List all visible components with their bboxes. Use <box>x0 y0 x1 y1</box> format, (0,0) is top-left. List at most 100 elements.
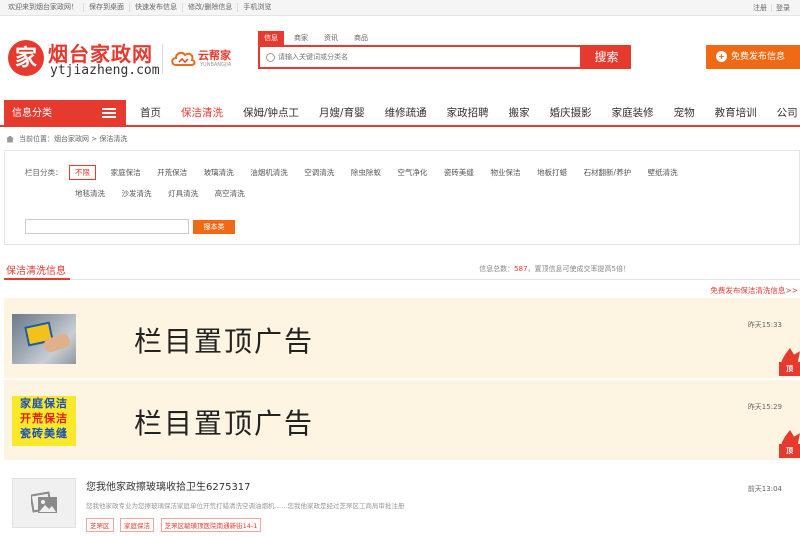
filter-option[interactable]: 空调清洗 <box>304 167 334 178</box>
list-title: 保洁清洗信息 <box>6 266 66 277</box>
ad-slogan[interactable]: 栏目置顶广告 <box>134 320 314 360</box>
list-title-underline <box>4 278 70 280</box>
thumb-line: 开荒保洁 <box>20 412 68 425</box>
login-link[interactable]: 登录 <box>771 4 794 12</box>
top-badge-label: 顶 <box>779 444 800 458</box>
pinned-ad[interactable]: 家庭保洁 开荒保洁 瓷砖美缝 栏目置顶广告 昨天15:29 顶 <box>4 380 800 460</box>
nav-item-repair[interactable]: 维修疏通 <box>375 100 437 127</box>
item-tags: 芝罘区 家庭保洁 芝罘区毓璜顶医院南通新街14-1 <box>86 518 265 532</box>
header-divider <box>162 44 163 74</box>
ad-thumbnail[interactable]: 家庭保洁 开荒保洁 瓷砖美缝 <box>12 396 76 446</box>
item-tag[interactable]: 家庭保洁 <box>120 518 155 532</box>
category-label: 信息分类 <box>12 108 52 119</box>
filter-row: 地毯清洗 沙发清洗 灯具清洗 高空清洗 <box>75 188 259 199</box>
category-filter: 栏目分类： 不限 家庭保洁 开荒保洁 玻璃清洗 油烟机清洗 空调清洗 除虫除蚁 … <box>4 150 800 245</box>
item-thumbnail[interactable] <box>12 478 76 528</box>
filter-option[interactable]: 玻璃清洗 <box>204 167 234 178</box>
plus-icon: + <box>716 51 727 62</box>
item-tag[interactable]: 芝罘区 <box>86 518 114 532</box>
nav-item-maternity[interactable]: 月嫂/育婴 <box>309 100 375 127</box>
top-badge: 顶 <box>776 348 800 378</box>
nav-item-renovation[interactable]: 家庭装修 <box>602 100 664 127</box>
nav-item-pets[interactable]: 宠物 <box>664 100 705 127</box>
filter-option[interactable]: 石材翻新/养护 <box>584 167 632 178</box>
search-tab-news[interactable]: 资讯 <box>318 31 344 45</box>
filter-option[interactable]: 开荒保洁 <box>157 167 187 178</box>
filter-option[interactable]: 瓷砖美缝 <box>444 167 474 178</box>
item-title[interactable]: 您我他家政擦玻璃收拾卫生6275317 <box>86 478 251 493</box>
filter-option[interactable]: 油烟机清洗 <box>250 167 288 178</box>
nav-item-home[interactable]: 首页 <box>130 100 171 127</box>
nav-item-wedding[interactable]: 婚庆摄影 <box>540 100 602 127</box>
register-link[interactable]: 注册 <box>749 4 771 12</box>
publish-button-label: 免费发布信息 <box>731 52 786 62</box>
search-input[interactable] <box>278 50 574 64</box>
cloud-icon <box>171 51 196 66</box>
thumb-line: 家庭保洁 <box>20 397 68 410</box>
item-description: 您我他家政专业为您擦玻璃保洁家庭单位开荒打蜡清洗空调油烟机……您我他家政是经过芝… <box>86 502 405 510</box>
partner-name[interactable]: 云帮家 <box>198 47 231 63</box>
list-item: 您我他家政擦玻璃收拾卫生6275317 您我他家政专业为您擦玻璃保洁家庭单位开荒… <box>4 462 800 537</box>
filter-search-button[interactable]: 搜本类 <box>193 220 235 234</box>
free-publish-link[interactable]: 免费发布保洁清洗信息>> <box>710 285 798 296</box>
image-placeholder-icon <box>31 491 57 513</box>
search-tab-goods[interactable]: 商品 <box>348 31 374 45</box>
filter-option[interactable]: 地毯清洗 <box>75 188 105 199</box>
top-bar: 欢迎来到烟台家政网！ 保存到桌面 快速发布信息 修改/删除信息 手机浏览 注册登… <box>0 0 800 16</box>
auth-links: 注册 登录 <box>749 3 794 13</box>
ad-time: 昨天15:33 <box>747 321 782 329</box>
top-badge: 顶 <box>776 430 800 460</box>
filter-option[interactable]: 地板打蜡 <box>537 167 567 178</box>
welcome-text: 欢迎来到烟台家政网！ <box>8 3 84 12</box>
filter-label: 栏目分类： <box>25 168 63 177</box>
filter-option[interactable]: 灯具清洗 <box>168 188 198 199</box>
quick-publish-link[interactable]: 快速发布信息 <box>130 3 183 12</box>
pinned-ad[interactable]: 栏目置顶广告 昨天15:33 顶 <box>4 298 800 378</box>
filter-option[interactable]: 除虫除蚁 <box>351 167 381 178</box>
list-divider <box>4 279 800 280</box>
search-button[interactable]: 搜索 <box>582 45 631 69</box>
mobile-view-link[interactable]: 手机浏览 <box>238 3 276 12</box>
breadcrumb-text[interactable]: 当前位置：烟台家政网 > 保洁清洗 <box>19 135 127 143</box>
filter-option[interactable]: 物业保洁 <box>490 167 520 178</box>
filter-search-input[interactable] <box>25 219 189 234</box>
nav-item-jobs[interactable]: 家政招聘 <box>437 100 499 127</box>
search-tab-info[interactable]: 信息 <box>258 31 284 45</box>
stat-prefix: 信息总数： <box>479 265 515 273</box>
search-box <box>258 45 582 69</box>
ad-slogan[interactable]: 栏目置顶广告 <box>134 402 314 442</box>
item-tag[interactable]: 芝罘区毓璜顶医院南通新街14-1 <box>160 518 262 532</box>
edit-delete-link[interactable]: 修改/删除信息 <box>183 3 239 12</box>
main-nav: 信息分类 首页 保洁清洗 保姆/钟点工 月嫂/育婴 维修疏通 家政招聘 搬家 婚… <box>0 100 800 127</box>
nav-item-moving[interactable]: 搬家 <box>499 100 540 127</box>
filter-option[interactable]: 不限 <box>69 165 97 180</box>
home-icon <box>6 135 14 143</box>
nav-item-cleaning[interactable]: 保洁清洗 <box>171 100 233 127</box>
nav-items: 首页 保洁清洗 保姆/钟点工 月嫂/育婴 维修疏通 家政招聘 搬家 婚庆摄影 家… <box>130 100 800 127</box>
save-to-desktop-link[interactable]: 保存到桌面 <box>84 3 130 12</box>
partner-sub: YUNBANGJIA <box>200 62 232 68</box>
thumb-line: 瓷砖美缝 <box>20 427 68 440</box>
list-stats: 信息总数：587，置顶信息可使成交率提高5倍！ <box>479 264 630 274</box>
search-tabs: 信息 商家 资讯 商品 <box>258 31 378 45</box>
filter-option[interactable]: 沙发清洗 <box>122 188 152 199</box>
breadcrumb: 当前位置：烟台家政网 > 保洁清洗 <box>6 134 127 144</box>
ad-thumbnail[interactable] <box>12 314 76 364</box>
logo-domain: ytjiazheng.com <box>50 63 160 78</box>
publish-button[interactable]: + 免费发布信息 <box>706 45 800 69</box>
nav-item-nanny[interactable]: 保姆/钟点工 <box>233 100 309 127</box>
search-icon <box>266 53 275 62</box>
category-menu-button[interactable]: 信息分类 <box>4 100 126 127</box>
filter-option[interactable]: 家庭保洁 <box>111 167 141 178</box>
filter-option[interactable]: 高空清洗 <box>215 188 245 199</box>
top-links: 欢迎来到烟台家政网！ 保存到桌面 快速发布信息 修改/删除信息 手机浏览 <box>8 3 276 12</box>
nav-item-education[interactable]: 教育培训 <box>705 100 767 127</box>
item-time: 前天13:04 <box>747 485 782 493</box>
filter-row: 栏目分类： 不限 家庭保洁 开荒保洁 玻璃清洗 油烟机清洗 空调清洗 除虫除蚁 … <box>25 165 692 180</box>
nav-item-company[interactable]: 公司 <box>767 100 800 127</box>
search-tab-merchant[interactable]: 商家 <box>288 31 314 45</box>
logo-icon[interactable]: 家 <box>8 40 44 76</box>
filter-option[interactable]: 空气净化 <box>397 167 427 178</box>
menu-icon <box>102 108 116 119</box>
filter-option[interactable]: 壁纸清洗 <box>648 167 678 178</box>
